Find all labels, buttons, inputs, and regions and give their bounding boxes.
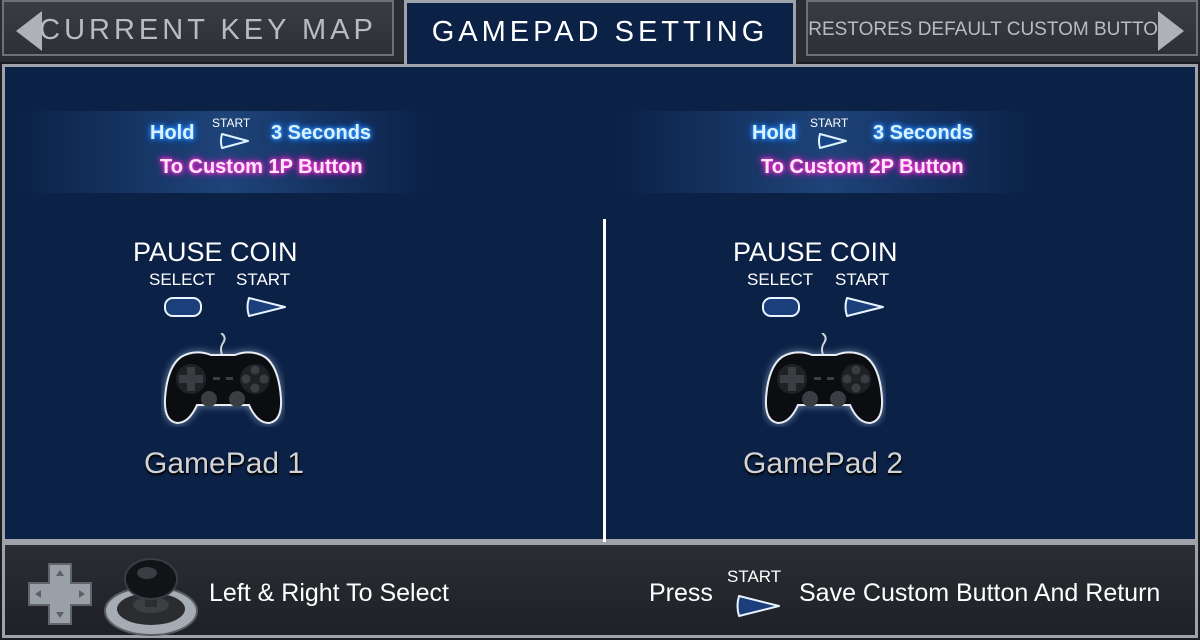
select-label-1p: SELECT — [149, 270, 216, 289]
select-button-icon[interactable] — [761, 296, 801, 318]
select-button-icon[interactable] — [163, 296, 203, 318]
hold-seconds-1p: 3 Seconds — [271, 122, 372, 144]
select-hint: Left & Right To Select — [209, 579, 449, 607]
gamepad-icon — [161, 333, 285, 427]
footer-bar: Left & Right To Select Press START Save … — [2, 542, 1198, 638]
custom-2p-label: To Custom 2P Button — [761, 156, 964, 178]
footer-start-label: START — [727, 567, 782, 586]
save-hint: Save Custom Button And Return — [799, 579, 1161, 607]
hold-start-label-1p: START — [212, 116, 251, 130]
press-label: Press — [649, 579, 713, 607]
dpad-icon — [25, 561, 95, 627]
hold-label-2p: Hold — [752, 122, 797, 144]
tab-gamepad-setting[interactable]: GAMEPAD SETTING — [404, 0, 796, 66]
pause-coin-label-2p: PAUSE COIN — [733, 237, 898, 267]
tab-bar: CURRENT KEY MAP RESTORES DEFAULT CUSTOM … — [0, 0, 1200, 66]
hold-seconds-2p: 3 Seconds — [873, 122, 974, 144]
player-divider — [603, 219, 606, 553]
start-button-icon — [219, 132, 251, 150]
tab-current-key-map-label: CURRENT KEY MAP — [39, 13, 377, 46]
chevron-right-icon[interactable] — [1158, 11, 1184, 51]
hold-start-label-2p: START — [810, 116, 849, 130]
tab-restore-default[interactable]: RESTORES DEFAULT CUSTOM BUTTON — [806, 0, 1198, 56]
joystick-icon — [101, 553, 201, 637]
tab-restore-default-label: RESTORES DEFAULT CUSTOM BUTTON — [808, 19, 1172, 40]
pause-coin-label-1p: PAUSE COIN — [133, 237, 298, 267]
custom-1p-label: To Custom 1P Button — [160, 156, 363, 178]
start-button-icon[interactable] — [843, 295, 887, 319]
gamepad-name-2p[interactable]: GamePad 2 — [743, 447, 903, 481]
start-button-icon — [817, 132, 849, 150]
start-label-2p: START — [835, 270, 890, 289]
select-label-2p: SELECT — [747, 270, 814, 289]
start-button-icon[interactable] — [735, 593, 783, 619]
gamepad-setting-panel: Hold START 3 Seconds To Custom 1P Button… — [2, 64, 1198, 553]
tab-gamepad-setting-label: GAMEPAD SETTING — [431, 15, 769, 48]
gamepad-icon — [762, 333, 886, 427]
hold-label-1p: Hold — [150, 122, 195, 144]
tab-current-key-map[interactable]: CURRENT KEY MAP — [2, 0, 394, 56]
gamepad-name-1p[interactable]: GamePad 1 — [144, 447, 304, 481]
start-label-1p: START — [236, 270, 291, 289]
start-button-icon[interactable] — [245, 295, 289, 319]
